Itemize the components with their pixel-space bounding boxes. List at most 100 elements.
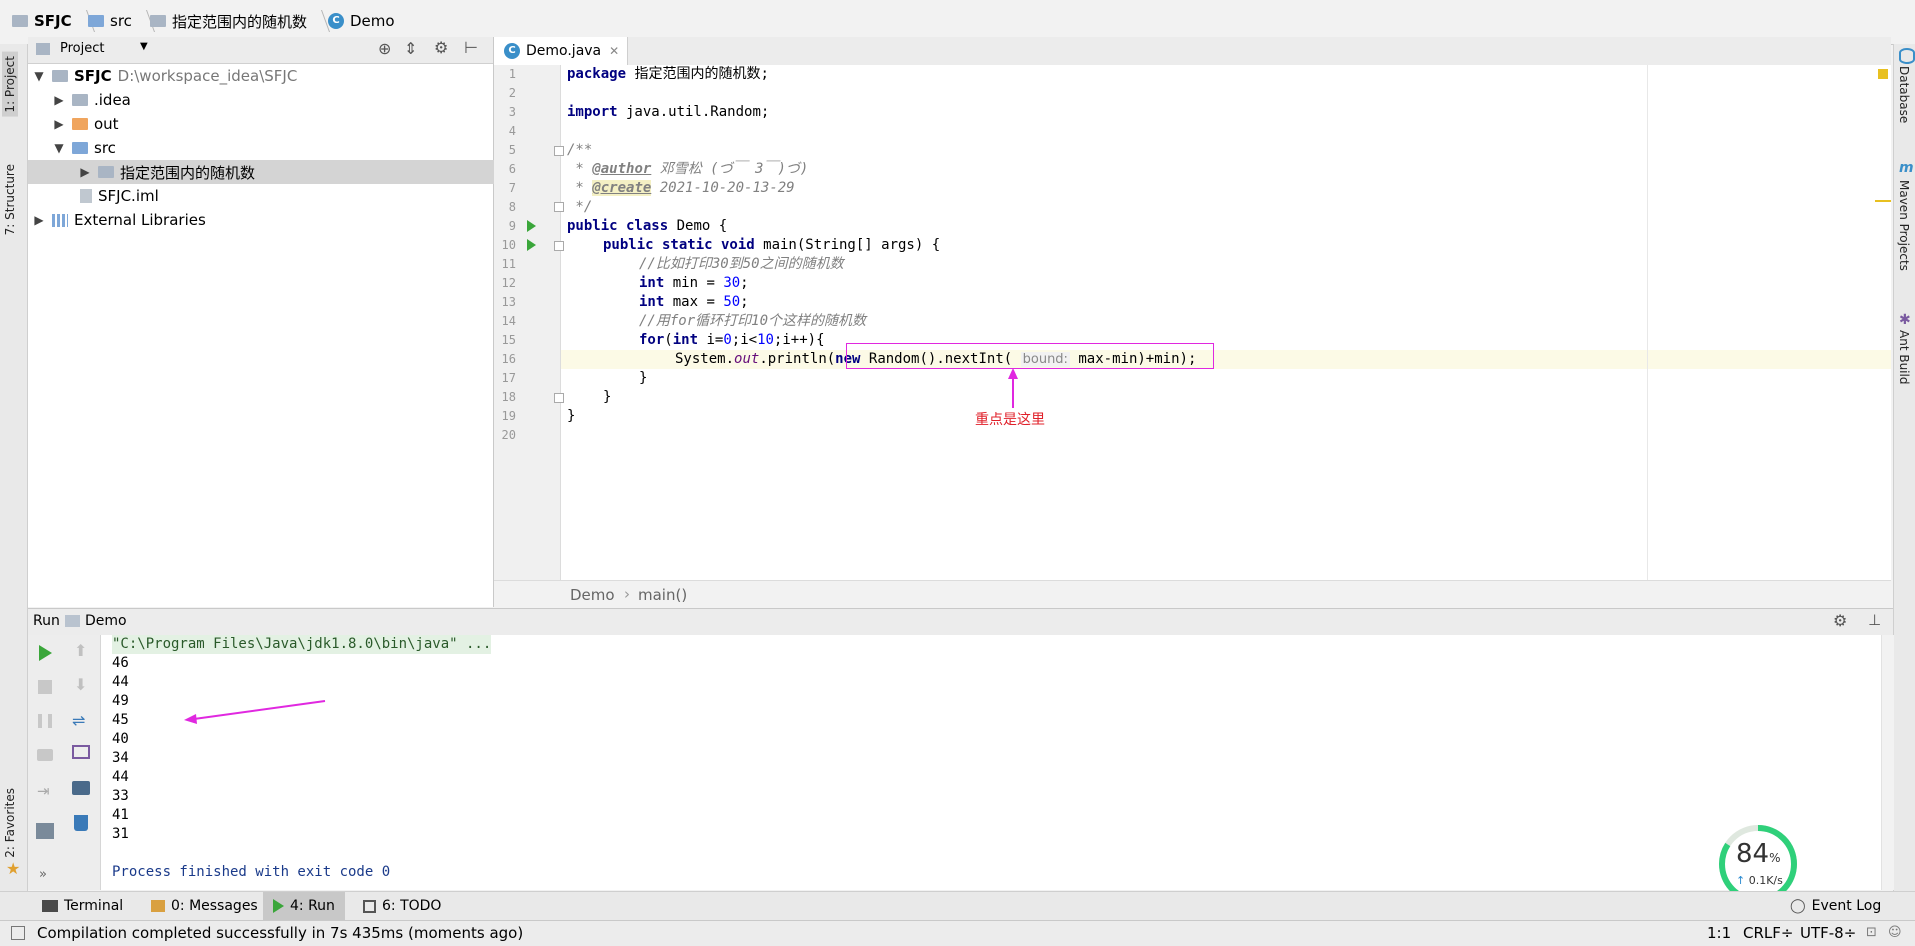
collapse-all-icon[interactable]: ⇕ — [404, 39, 417, 58]
package-icon — [150, 15, 166, 27]
tab-maven[interactable]: Maven Projects — [1897, 180, 1911, 271]
gear-icon[interactable]: ⚙ — [434, 38, 448, 57]
tool-window-toggle-icon[interactable] — [11, 926, 25, 940]
close-icon[interactable]: ✕ — [609, 44, 619, 58]
editor-breadcrumb: Demo › main() — [494, 580, 1891, 608]
line-number: 10 — [501, 238, 516, 252]
code-line-10: public static void main(String[] args) { — [603, 237, 941, 253]
tab-todo[interactable]: 6: TODO — [357, 892, 447, 920]
folder-icon — [88, 15, 104, 27]
line-number: 9 — [508, 219, 516, 233]
down-arrow-icon[interactable]: ⬇ — [74, 675, 87, 694]
console-exit-message: Process finished with exit code 0 — [112, 864, 391, 880]
tree-item-root[interactable]: ▼ SFJC D:\workspace_idea\SFJC — [28, 64, 495, 88]
tab-project[interactable]: 1: Project — [2, 52, 18, 117]
event-log-icon: ◯ — [1790, 898, 1806, 914]
tab-terminal[interactable]: Terminal — [36, 892, 129, 920]
breadcrumb-src[interactable]: src — [88, 10, 155, 32]
tab-structure[interactable]: 7: Structure — [2, 160, 18, 239]
fold-icon[interactable] — [554, 202, 564, 212]
layout-icon[interactable] — [36, 823, 54, 839]
console-line: 33 — [112, 788, 129, 804]
chevron-right-icon[interactable]: ▶ — [76, 165, 94, 179]
file-encoding[interactable]: UTF-8÷ — [1800, 924, 1856, 942]
code-line-5: /** — [567, 142, 593, 158]
gear-icon[interactable]: ⚙ — [1833, 611, 1847, 630]
hide-panel-icon[interactable]: ⊢ — [464, 38, 478, 57]
breadcrumb-project[interactable]: SFJC — [12, 10, 95, 32]
tree-item-idea[interactable]: ▶ .idea — [28, 88, 515, 112]
lock-icon[interactable]: ⊡ — [1866, 925, 1877, 940]
console-scrollbar[interactable] — [1881, 635, 1894, 890]
event-log-button[interactable]: ◯ Event Log — [1790, 892, 1881, 920]
fold-icon[interactable] — [554, 241, 564, 251]
chevron-down-icon[interactable]: ▼ — [50, 141, 68, 155]
tree-item-label: .idea — [94, 91, 131, 109]
run-panel-header: Run Demo ⚙ ⊥ — [28, 608, 1893, 636]
tab-ant-build[interactable]: Ant Build — [1897, 330, 1911, 384]
tree-item-src[interactable]: ▼ src — [28, 136, 515, 160]
fold-icon[interactable] — [554, 393, 564, 403]
tree-item-label: out — [94, 115, 119, 133]
folder-icon — [72, 94, 88, 106]
run-config-tab[interactable]: Demo — [85, 613, 127, 629]
line-number: 1 — [508, 67, 516, 81]
chevron-right-icon[interactable]: ▶ — [50, 93, 68, 107]
minimize-icon[interactable]: ⊥ — [1868, 611, 1881, 629]
caret-position[interactable]: 1:1 — [1707, 924, 1731, 942]
chevron-right-icon[interactable]: ▶ — [50, 117, 68, 131]
run-class-icon[interactable] — [527, 220, 536, 232]
breadcrumb-class[interactable]: C Demo — [328, 10, 395, 32]
ant-icon: ✱ — [1899, 312, 1911, 328]
code-lines: package 指定范围内的随机数; import java.util.Rand… — [561, 65, 1861, 580]
more-icon[interactable]: » — [39, 867, 47, 882]
todo-icon — [363, 899, 376, 913]
tree-item-out[interactable]: ▶ out — [28, 112, 515, 136]
scroll-to-end-icon[interactable] — [72, 745, 90, 759]
line-number: 18 — [501, 390, 516, 404]
tree-item-package[interactable]: ▶ 指定范围内的随机数 — [28, 160, 541, 184]
chevron-right-icon[interactable]: ▶ — [30, 213, 48, 227]
stop-icon[interactable] — [38, 680, 52, 694]
project-panel: Project ▼ ⊕ ⇕ ⚙ ⊢ ▼ SFJC D:\workspace_id… — [28, 37, 541, 607]
print-icon[interactable] — [72, 781, 90, 795]
upload-arrow-icon: ↑ — [1736, 874, 1746, 887]
soft-wrap-icon[interactable]: ⇌ — [72, 711, 85, 730]
breadcrumb-package[interactable]: 指定范围内的随机数 — [150, 10, 331, 32]
run-main-icon[interactable] — [527, 239, 536, 251]
star-icon: ★ — [6, 859, 21, 878]
maven-icon: m — [1899, 160, 1914, 176]
tree-item-iml[interactable]: SFJC.iml — [28, 184, 545, 208]
warning-marker[interactable] — [1878, 69, 1888, 79]
pause-icon[interactable] — [38, 714, 52, 728]
error-stripe-marker[interactable] — [1875, 200, 1891, 202]
up-arrow-icon[interactable]: ⬆ — [74, 641, 87, 660]
rerun-icon[interactable] — [39, 645, 52, 661]
tab-demo-java[interactable]: C Demo.java ✕ — [494, 37, 628, 65]
breadcrumb-method[interactable]: main() — [638, 586, 687, 604]
line-numbers: 1 2 3 4 5 6 7 8 9 10 11 12 13 14 15 16 1… — [494, 65, 564, 580]
chevron-down-icon[interactable]: ▼ — [30, 69, 48, 83]
scroll-from-source-icon[interactable]: ⊕ — [378, 39, 391, 58]
tab-run[interactable]: 4: Run — [263, 892, 345, 920]
code-line-11: //比如打印30到50之间的随机数 — [639, 256, 844, 272]
line-separator[interactable]: CRLF÷ — [1743, 924, 1793, 942]
camera-icon[interactable] — [37, 749, 53, 761]
tab-favorites[interactable]: 2: Favorites — [2, 784, 18, 862]
tree-item-external-libraries[interactable]: ▶ External Libraries — [28, 208, 495, 232]
code-line-12: int min = 30; — [639, 275, 749, 291]
console-output[interactable]: "C:\Program Files\Java\jdk1.8.0\bin\java… — [101, 635, 1881, 890]
status-message[interactable]: Compilation completed successfully in 7s… — [37, 924, 523, 942]
breadcrumb-class[interactable]: Demo — [570, 586, 615, 604]
chevron-down-icon[interactable]: ▼ — [140, 41, 148, 52]
event-log-label: Event Log — [1811, 898, 1882, 914]
tab-database[interactable]: Database — [1897, 66, 1911, 123]
project-view-selector[interactable]: Project — [60, 41, 104, 56]
inspector-icon[interactable]: ☺ — [1888, 925, 1902, 940]
trash-icon[interactable] — [74, 815, 88, 831]
fold-icon[interactable] — [554, 146, 564, 156]
exit-icon[interactable]: ⇥ — [37, 782, 50, 800]
tab-messages[interactable]: 0: Messages — [145, 892, 264, 920]
tree-item-label: 指定范围内的随机数 — [120, 163, 256, 182]
tree-item-path: D:\workspace_idea\SFJC — [117, 67, 298, 85]
